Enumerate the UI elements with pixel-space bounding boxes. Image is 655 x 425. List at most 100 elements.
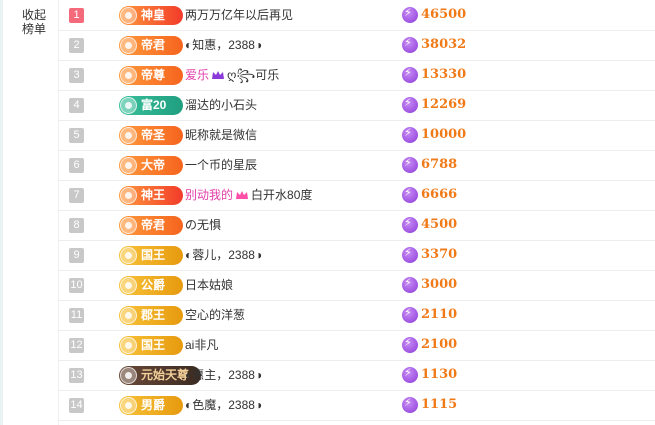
- lightning-coin-icon: [402, 276, 418, 293]
- score-value: 2110: [421, 307, 458, 322]
- rank-number: 12: [69, 338, 84, 353]
- level-badge: 国王: [119, 246, 183, 265]
- level-badge: 大帝: [119, 156, 183, 175]
- lightning-coin-icon: [402, 36, 418, 53]
- user-name[interactable]: ◐惠主，2388◑: [185, 360, 262, 390]
- badge-emblem-icon: [120, 217, 137, 234]
- left-edge: [0, 0, 3, 425]
- score-value: 3000: [421, 277, 458, 292]
- badge-label: 公爵: [141, 278, 166, 292]
- score-value: 2100: [421, 337, 458, 352]
- user-name[interactable]: 两万万亿年以后再见: [185, 0, 293, 30]
- level-badge: 郡王: [119, 306, 183, 325]
- lightning-coin-icon: [402, 336, 418, 353]
- badge-emblem-icon: [120, 157, 137, 174]
- level-badge: 帝君: [119, 36, 183, 55]
- ranking-row[interactable]: 2 帝君 ◐知惠，2388◑ 38032: [59, 30, 655, 61]
- rank-number: 2: [69, 38, 84, 53]
- collapse-label-line1: 收起: [21, 8, 46, 22]
- ranking-row[interactable]: 10 公爵 日本姑娘 3000: [59, 270, 655, 301]
- badge-emblem-icon: [120, 367, 137, 384]
- lightning-coin-icon: [402, 156, 418, 173]
- lightning-coin-icon: [402, 306, 418, 323]
- user-name[interactable]: 日本姑娘: [185, 270, 233, 300]
- ranking-row[interactable]: 14 男爵 ◐色魔，2388◑ 1115: [59, 390, 655, 421]
- badge-label: 男爵: [141, 398, 166, 412]
- score-value: 12269: [421, 97, 467, 112]
- badge-emblem-icon: [120, 247, 137, 264]
- collapse-label-line2: 榜单: [21, 22, 46, 36]
- ranking-row[interactable]: 1 神皇 两万万亿年以后再见 46500: [59, 0, 655, 31]
- badge-label: 大帝: [141, 158, 166, 172]
- badge-label: 帝君: [141, 38, 166, 52]
- user-name[interactable]: 昵称就是微信: [185, 120, 257, 150]
- rank-number: 9: [69, 248, 84, 263]
- user-name[interactable]: の无惧: [185, 210, 221, 240]
- ranking-list: 1 神皇 两万万亿年以后再见 46500 2 帝君 ◐知惠，2388◑ 38032 3 帝尊 爱乐 ღ…: [58, 0, 655, 425]
- level-badge: 帝君: [119, 216, 183, 235]
- rank-number: 5: [69, 128, 84, 143]
- user-name[interactable]: 空心的洋葱: [185, 300, 245, 330]
- user-name[interactable]: ◐蓉儿，2388◑: [185, 240, 262, 270]
- ranking-row[interactable]: 8 帝君 の无惧 4500: [59, 210, 655, 241]
- user-name[interactable]: 溜达的小石头: [185, 90, 257, 120]
- ranking-row[interactable]: 5 帝圣 昵称就是微信 10000: [59, 120, 655, 151]
- score-value: 46500: [421, 7, 467, 22]
- lightning-coin-icon: [402, 96, 418, 113]
- badge-emblem-icon: [120, 97, 137, 114]
- score-value: 38032: [421, 37, 467, 52]
- score-value: 1115: [421, 397, 458, 412]
- collapse-ranking-button[interactable]: 收起 榜单: [12, 8, 56, 40]
- level-badge: 帝圣: [119, 126, 183, 145]
- user-name[interactable]: ◐知惠，2388◑: [185, 30, 262, 60]
- ranking-row[interactable]: 3 帝尊 爱乐 ღ꧂可乐 13330: [59, 60, 655, 91]
- level-badge: 男爵: [119, 396, 183, 415]
- level-badge: 富20: [119, 96, 183, 115]
- lightning-coin-icon: [402, 366, 418, 383]
- user-name-prefix: 别动我的: [185, 188, 234, 202]
- rank-number: 3: [69, 68, 84, 83]
- user-name[interactable]: 一个币的星辰: [185, 150, 257, 180]
- rank-number: 4: [69, 98, 84, 113]
- rank-number: 6: [69, 158, 84, 173]
- user-name[interactable]: 爱乐 ღ꧂可乐: [185, 60, 279, 90]
- ranking-row[interactable]: 9 国王 ◐蓉儿，2388◑ 3370: [59, 240, 655, 271]
- lightning-coin-icon: [402, 6, 418, 23]
- level-badge: 国王: [119, 336, 183, 355]
- lightning-coin-icon: [402, 126, 418, 143]
- badge-emblem-icon: [120, 7, 137, 24]
- rank-number: 1: [69, 8, 84, 23]
- lightning-coin-icon: [402, 246, 418, 263]
- badge-emblem-icon: [120, 67, 137, 84]
- user-name[interactable]: ◐色魔，2388◑: [185, 390, 262, 420]
- crown-icon: [236, 191, 249, 199]
- badge-emblem-icon: [120, 397, 137, 414]
- badge-emblem-icon: [120, 277, 137, 294]
- ranking-row[interactable]: 6 大帝 一个币的星辰 6788: [59, 150, 655, 181]
- ranking-row[interactable]: 7 神王 别动我的 白开水80度 6666: [59, 180, 655, 211]
- score-value: 6788: [421, 157, 458, 172]
- score-value: 3370: [421, 247, 458, 262]
- user-name-prefix: 爱乐: [185, 68, 210, 82]
- badge-label: 神王: [141, 188, 166, 202]
- level-badge: 神王: [119, 186, 183, 205]
- ranking-row[interactable]: 4 富20 溜达的小石头 12269: [59, 90, 655, 121]
- badge-label: 元始天尊: [141, 368, 190, 382]
- lightning-coin-icon: [402, 396, 418, 413]
- ranking-row[interactable]: 13 元始天尊◐惠主，2388◑ 1130: [59, 360, 655, 391]
- level-badge: 公爵: [119, 276, 183, 295]
- badge-label: 郡王: [141, 308, 166, 322]
- ranking-row[interactable]: 12 国王 ai非凡 2100: [59, 330, 655, 361]
- rank-number: 13: [69, 368, 84, 383]
- rank-number: 7: [69, 188, 84, 203]
- badge-emblem-icon: [120, 37, 137, 54]
- user-name-suffix: ღ꧂可乐: [227, 68, 280, 82]
- badge-label: 帝尊: [141, 68, 166, 82]
- ranking-row[interactable]: 11 郡王 空心的洋葱 2110: [59, 300, 655, 331]
- lightning-coin-icon: [402, 216, 418, 233]
- user-name-suffix: 白开水80度: [251, 188, 313, 202]
- level-badge: 帝尊: [119, 66, 183, 85]
- user-name[interactable]: 别动我的 白开水80度: [185, 180, 312, 210]
- badge-emblem-icon: [120, 187, 137, 204]
- user-name[interactable]: ai非凡: [185, 330, 218, 360]
